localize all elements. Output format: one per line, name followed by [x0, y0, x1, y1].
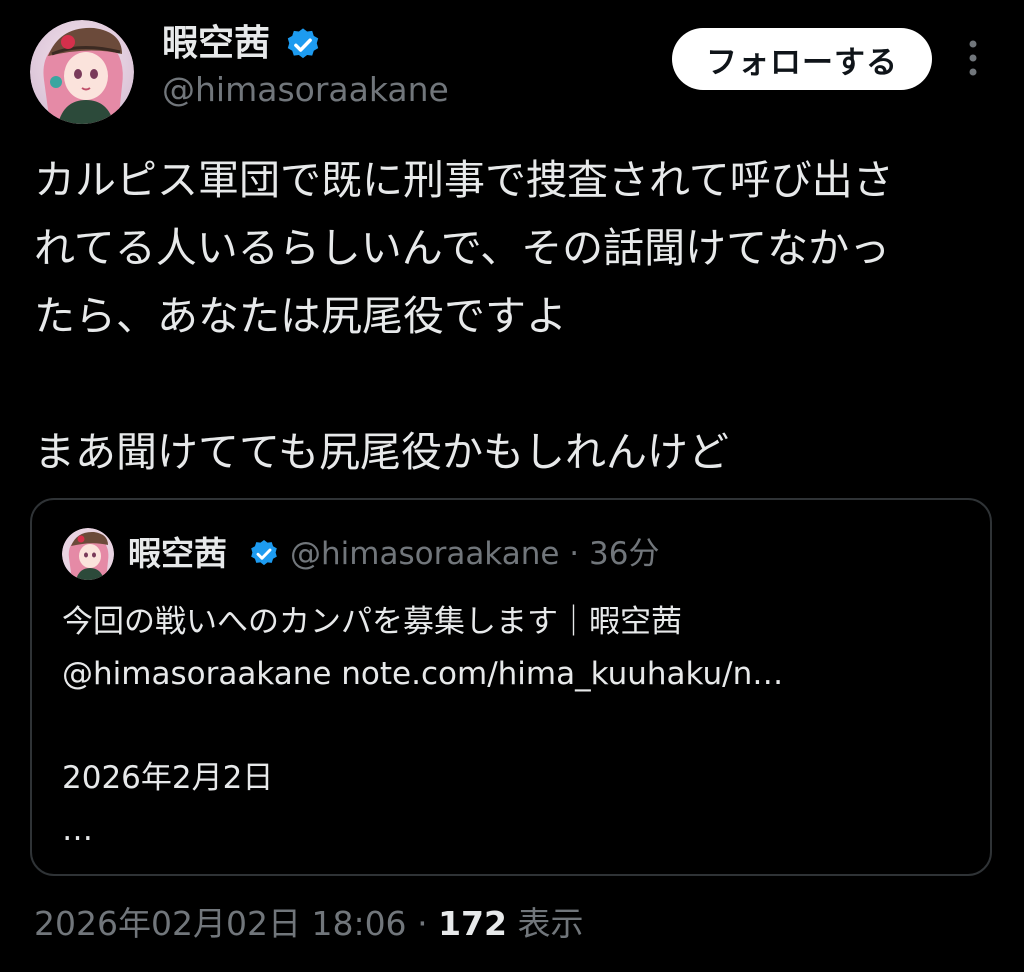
tweet-footer: 2026年02月02日 18:06 · 172 表示 — [34, 902, 583, 946]
author-handle[interactable]: @himasoraakane — [162, 70, 449, 110]
quoted-time: 36分 — [589, 536, 660, 572]
tweet-line: たら、あなたは尻尾役ですよ — [34, 292, 567, 340]
tweet-line: まあ聞けてても尻尾役かもしれんけど — [34, 428, 729, 476]
tweet-timestamp[interactable]: 2026年02月02日 18:06 — [34, 904, 407, 943]
tweet-line: れてる人いるらしいんで、その話聞けてなかっ — [34, 224, 891, 272]
quoted-line: 2026年2月2日 — [62, 760, 274, 796]
quoted-link-line: @himasoraakane note.com/hima_kuuhaku/n… — [62, 656, 784, 692]
verified-badge-icon — [251, 540, 277, 566]
views-count: 172 — [438, 904, 507, 943]
quoted-line: 今回の戦いへのカンパを募集します｜暇空茜 — [62, 604, 682, 640]
quoted-author-handle: @himasoraakane — [290, 536, 560, 572]
anime-girl-avatar-icon — [62, 528, 114, 580]
views-label: 表示 — [517, 904, 584, 943]
quoted-tweet-card[interactable]: 暇空茜 @himasoraakane · 36分 今回の戦いへのカンパを募集しま… — [30, 498, 992, 876]
more-vertical-icon[interactable] — [956, 38, 990, 78]
quoted-line: … — [62, 812, 93, 848]
quoted-line — [62, 700, 962, 752]
verified-badge-icon — [287, 28, 319, 59]
author-display-name[interactable]: 暇空茜 — [162, 22, 270, 66]
quoted-author-avatar — [62, 528, 114, 580]
follow-button[interactable]: フォローする — [672, 28, 932, 90]
quoted-meta: @himasoraakane · 36分 — [290, 534, 659, 574]
author-avatar[interactable] — [30, 20, 134, 124]
meta-separator: · — [569, 536, 580, 572]
quoted-tweet-body: 今回の戦いへのカンパを募集します｜暇空茜 @himasoraakane note… — [62, 596, 962, 856]
anime-girl-avatar-icon — [30, 20, 134, 124]
tweet-body: カルピス軍団で既に刑事で捜査されて呼び出さ れてる人いるらしいんで、その話聞けて… — [34, 146, 994, 486]
tweet-line: カルピス軍団で既に刑事で捜査されて呼び出さ — [34, 156, 894, 204]
footer-separator: · — [417, 904, 428, 943]
quoted-author-name: 暇空茜 — [128, 534, 227, 573]
tweet-header: 暇空茜 @himasoraakane フォローする — [0, 0, 1024, 130]
